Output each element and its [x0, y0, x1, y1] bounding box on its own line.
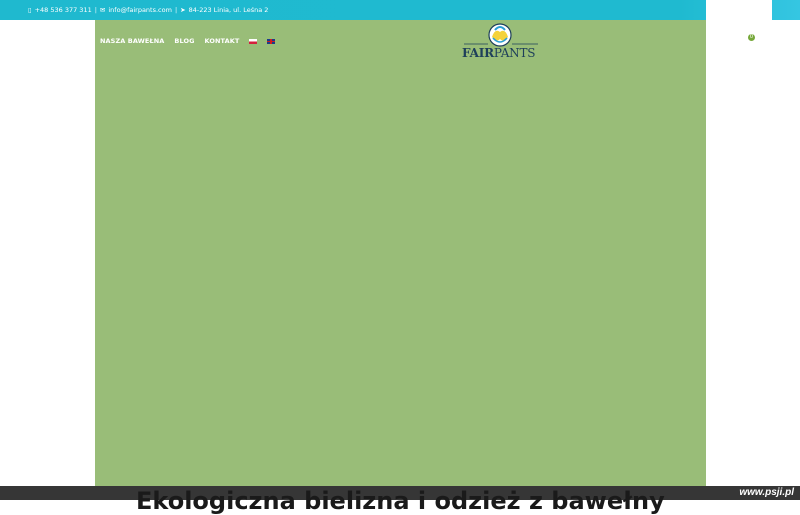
cotton-flower-icon [464, 23, 538, 47]
watermark: www.psji.pl [739, 487, 794, 498]
nav-item-blog[interactable]: BLOG [174, 37, 194, 45]
cart-count-badge[interactable]: 0 [748, 34, 755, 41]
logo-fair: FAIR [462, 46, 494, 60]
nav-item-kontakt[interactable]: KONTAKT [205, 37, 240, 45]
email-link[interactable]: info@fairpants.com [108, 6, 172, 14]
phone-number[interactable]: +48 536 377 311 [35, 6, 92, 14]
separator: | [94, 6, 97, 14]
envelope-icon: ✉ [99, 5, 106, 14]
address-text: 84-223 Linia, ul. Leśna 2 [188, 6, 269, 14]
logo-pants: PANTS [493, 46, 536, 60]
location-arrow-icon: ➤ [180, 5, 186, 14]
top-contact-bar: ▯ +48 536 377 311 | ✉ info@fairpants.com… [0, 0, 800, 20]
contact-info: ▯ +48 536 377 311 | ✉ info@fairpants.com… [28, 6, 268, 14]
logo-wordmark: FAIRPANTS [462, 46, 542, 60]
main-nav: NASZA BAWEŁNA BLOG KONTAKT [100, 37, 276, 45]
hero-banner [95, 20, 706, 486]
hero-headline: Ekologiczna bielizna i odzież z bawełny [136, 487, 665, 515]
site-logo[interactable]: FAIRPANTS [462, 22, 542, 62]
separator: | [174, 6, 178, 14]
flag-pl-icon[interactable] [249, 38, 258, 44]
flag-en-icon[interactable] [267, 38, 276, 44]
topbar-gap [706, 0, 772, 20]
nav-item-nasza-bawelna[interactable]: NASZA BAWEŁNA [100, 37, 164, 45]
phone-icon: ▯ [28, 5, 32, 14]
